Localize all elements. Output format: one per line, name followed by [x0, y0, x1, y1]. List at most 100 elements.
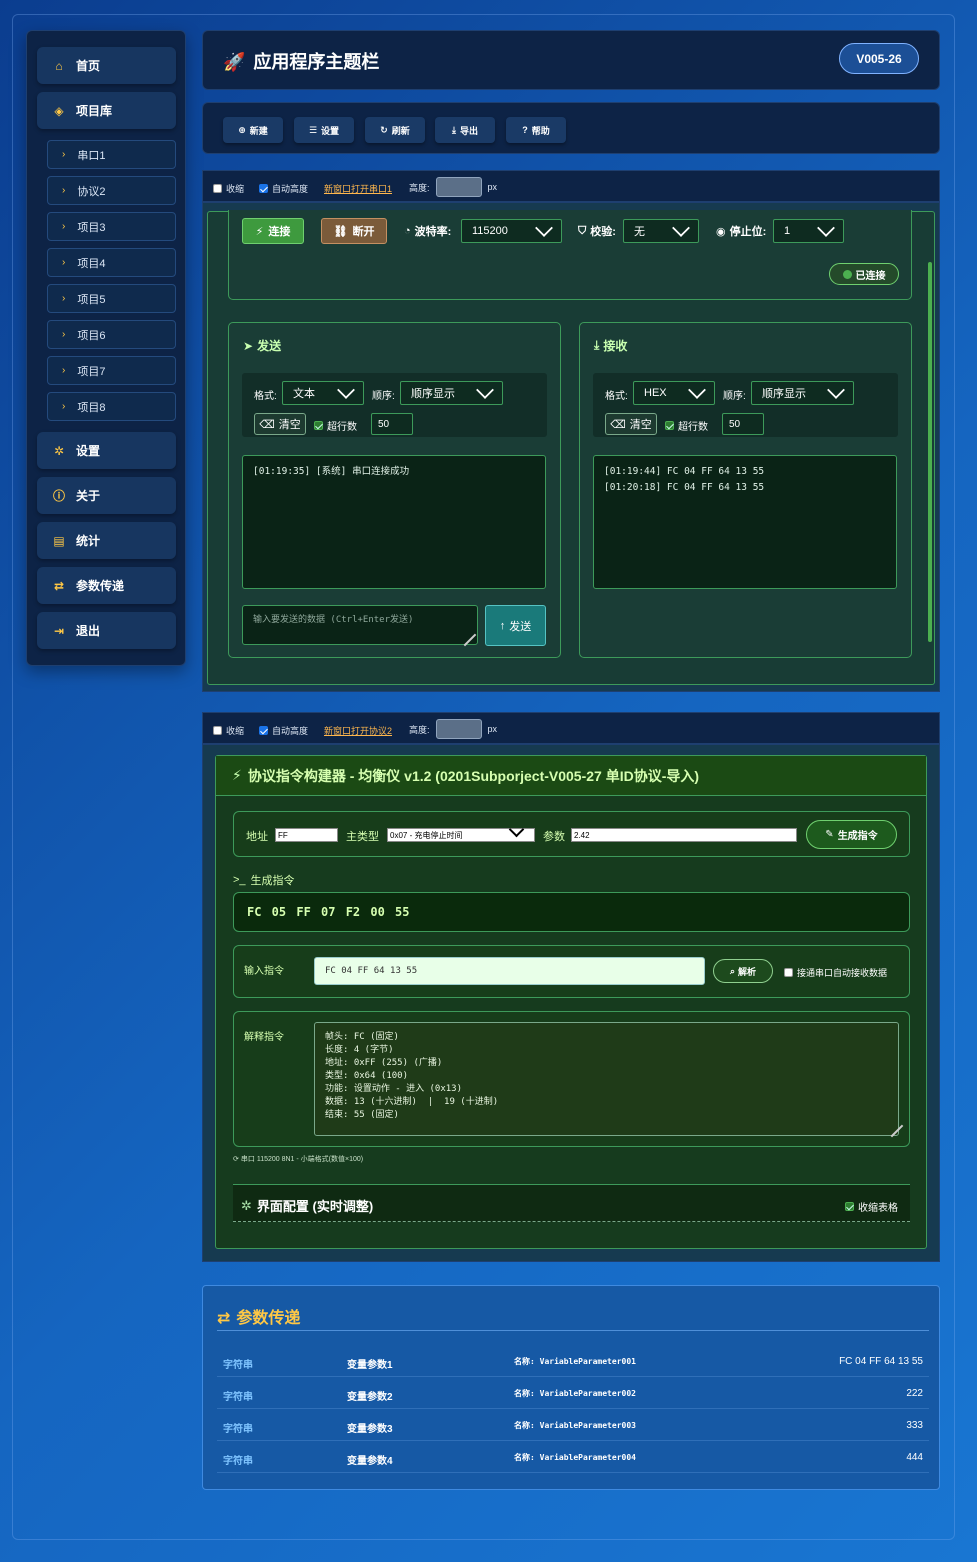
sidebar-sub-item[interactable]: › 项目7: [47, 356, 176, 385]
chevron-down-icon: [688, 381, 706, 399]
sidebar-sub-item[interactable]: › 项目4: [47, 248, 176, 277]
chevron-right-icon: ›: [62, 221, 66, 232]
refresh-icon: ↻: [380, 124, 388, 135]
send-title: ➤ 发送: [243, 338, 282, 354]
help-button[interactable]: ? 帮助: [506, 117, 566, 143]
explain-label: 解释指令: [244, 1032, 284, 1043]
sidebar-sub-item[interactable]: › 项目8: [47, 392, 176, 421]
command-input[interactable]: FC 04 FF 64 13 55: [314, 957, 705, 985]
nav-logout[interactable]: ⇥ 退出: [37, 612, 176, 649]
nav-stats[interactable]: ▤ 统计: [37, 522, 176, 559]
chevron-right-icon: ›: [62, 365, 66, 376]
export-button[interactable]: ⤓ 导出: [435, 117, 495, 143]
sync-icon: ⟳: [233, 1156, 239, 1163]
input-command-box: 输入指令 FC 04 FF 64 13 55 ⌕ 解析 接通串口自动接收数据: [233, 945, 910, 998]
parse-button[interactable]: ⌕ 解析: [713, 959, 773, 983]
address-input[interactable]: FF: [275, 828, 338, 842]
pencil-icon: ✎: [825, 829, 834, 840]
auto-receive-checkbox[interactable]: 接通串口自动接收数据: [784, 966, 887, 979]
chart-icon: ▤: [53, 533, 65, 548]
serial-panel: ⚡ 连接 ⛓ 断开 ◔ 波特率: 115200 ⛉ 校验: 无 ◉ 停止位: 1 已连接 …: [202, 202, 940, 692]
settings-button[interactable]: ☰ 设置: [294, 117, 354, 143]
parity-select[interactable]: 无: [623, 219, 699, 243]
send-format-select[interactable]: 文本: [282, 381, 364, 405]
baud-select[interactable]: 115200: [461, 219, 562, 243]
stopbit-select[interactable]: 1: [773, 219, 844, 243]
config-section[interactable]: ✲ 界面配置 (实时调整) 收缩表格: [233, 1184, 910, 1222]
send-overflow-checkbox[interactable]: 超行数: [314, 418, 357, 433]
open-protocol-window-link[interactable]: 新窗口打开协议2: [324, 724, 392, 737]
chevron-down-icon: [672, 219, 690, 237]
auto-height-checkbox[interactable]: 自动高度: [259, 182, 308, 195]
shield-icon: ⛉: [578, 224, 587, 237]
collapse-checkbox[interactable]: 收缩: [213, 182, 244, 195]
receive-log: [01:19:44] FC 04 FF 64 13 55 [01:20:18] …: [593, 455, 897, 589]
footer-note: ⟳ 串口 115200 8N1 - 小端格式(数值×100): [233, 1156, 364, 1163]
chevron-right-icon: ›: [62, 185, 66, 196]
new-button[interactable]: ⊕ 新建: [223, 117, 283, 143]
sidebar-sub-item[interactable]: › 串口1: [47, 140, 176, 169]
chevron-right-icon: ›: [62, 329, 66, 340]
sidebar-sub-item[interactable]: › 协议2: [47, 176, 176, 205]
open-serial-window-link[interactable]: 新窗口打开串口1: [324, 182, 392, 195]
nav-project-library[interactable]: ◈ 项目库: [37, 92, 176, 129]
format-label: 格式:: [254, 391, 277, 402]
auto-height-checkbox[interactable]: 自动高度: [259, 724, 308, 737]
scrollbar[interactable]: [928, 262, 932, 642]
terminal-icon: >_: [233, 874, 246, 886]
format-label: 格式:: [605, 391, 628, 402]
sidebar-sub-item[interactable]: › 项目3: [47, 212, 176, 241]
collapse-table-checkbox[interactable]: 收缩表格: [845, 1199, 898, 1214]
eraser-icon: ⌫: [259, 418, 275, 431]
receive-overflow-checkbox[interactable]: 超行数: [665, 418, 708, 433]
stopbit-label: ◉ 停止位:: [716, 225, 767, 239]
chevron-right-icon: ›: [62, 149, 66, 160]
nav-home[interactable]: ⌂ 首页: [37, 47, 176, 84]
chevron-down-icon: [817, 219, 835, 237]
chevron-down-icon: [508, 821, 525, 838]
refresh-button[interactable]: ↻ 刷新: [365, 117, 425, 143]
sidebar-sub-item[interactable]: › 项目5: [47, 284, 176, 313]
send-options: 格式: 文本 顺序: 顺序显示 ⌫ 清空 超行数 50: [242, 373, 547, 437]
nav-about[interactable]: ⓘ 关于: [37, 477, 176, 514]
height-input[interactable]: [435, 719, 482, 739]
generated-output: FC 05 FF 07 F2 00 55: [233, 892, 910, 932]
generated-section-label: >_ 生成指令: [233, 874, 295, 887]
rocket-icon: 🚀: [223, 52, 246, 72]
send-order-select[interactable]: 顺序显示: [400, 381, 503, 405]
receive-overflow-input[interactable]: 50: [722, 413, 764, 435]
send-input[interactable]: 输入要发送的数据 (Ctrl+Enter发送): [242, 605, 478, 645]
swap-icon: ⇄: [217, 1310, 231, 1327]
chevron-right-icon: ›: [62, 257, 66, 268]
receive-order-select[interactable]: 顺序显示: [751, 381, 854, 405]
height-input[interactable]: [435, 177, 482, 197]
swap-icon: ⇄: [53, 578, 65, 593]
connect-button[interactable]: ⚡ 连接: [242, 218, 304, 244]
version-badge: V005-26: [839, 43, 919, 74]
param-input[interactable]: 2.42: [571, 828, 797, 842]
type-select[interactable]: 0x07 - 充电停止时间: [387, 821, 535, 842]
unlink-icon: ⛓: [333, 225, 348, 238]
collapse-checkbox[interactable]: 收缩: [213, 724, 244, 737]
nav-settings[interactable]: ✲ 设置: [37, 432, 176, 469]
explain-output: 帧头: FC (固定) 长度: 4 (字节) 地址: 0xFF (255) (广…: [314, 1022, 899, 1136]
chevron-down-icon: [476, 381, 494, 399]
order-label: 顺序:: [372, 391, 395, 402]
disconnect-button[interactable]: ⛓ 断开: [321, 218, 387, 244]
send-clear-button[interactable]: ⌫ 清空: [254, 413, 306, 435]
send-button[interactable]: ↑ 发送: [485, 605, 546, 646]
table-row: 字符串 变量参数1 名称: VariableParameter001 FC 04…: [217, 1345, 929, 1377]
nav-param-transfer[interactable]: ⇄ 参数传递: [37, 567, 176, 604]
receive-clear-button[interactable]: ⌫ 清空: [605, 413, 657, 435]
protocol-title: ⚡ 协议指令构建器 - 均衡仪 v1.2 (0201Subporject-V005…: [216, 756, 926, 796]
eraser-icon: ⌫: [610, 418, 626, 431]
param-label: 参数: [543, 831, 565, 843]
panel2-bar: 收缩 自动高度 新窗口打开协议2 高度: px: [202, 712, 940, 744]
chevron-down-icon: [535, 219, 553, 237]
sidebar-sub-item[interactable]: › 项目6: [47, 320, 176, 349]
send-overflow-input[interactable]: 50: [371, 413, 413, 435]
type-label: 主类型: [346, 831, 379, 843]
receive-format-select[interactable]: HEX: [633, 381, 715, 405]
generate-button[interactable]: ✎ 生成指令: [806, 820, 897, 849]
protocol-builder: ⚡ 协议指令构建器 - 均衡仪 v1.2 (0201Subporject-V005…: [215, 755, 927, 1249]
